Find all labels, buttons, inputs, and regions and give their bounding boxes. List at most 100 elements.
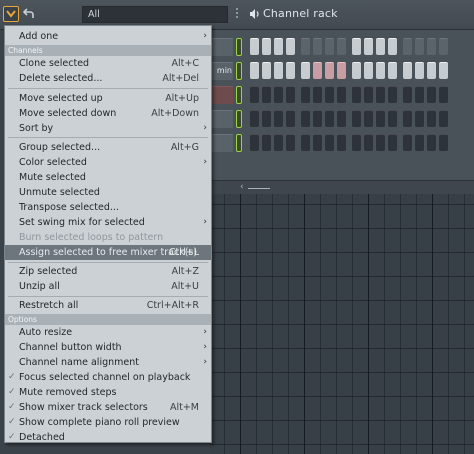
menu-item-channel-button-width[interactable]: Channel button width ›: [5, 340, 211, 355]
step-button[interactable]: [313, 86, 322, 103]
menu-item-move-down[interactable]: Move selected down Alt+Down: [5, 106, 211, 121]
menu-item-group-selected[interactable]: Group selected... Alt+G: [5, 140, 211, 155]
step-button[interactable]: [427, 110, 436, 127]
step-button[interactable]: [388, 110, 397, 127]
step-button[interactable]: [415, 62, 424, 79]
step-button[interactable]: [262, 62, 271, 79]
step-button[interactable]: [262, 110, 271, 127]
step-button[interactable]: [388, 62, 397, 79]
menu-item-detached[interactable]: ✓ Detached: [5, 430, 211, 445]
channel-select-led[interactable]: [236, 38, 242, 56]
channel-name-button[interactable]: [210, 110, 233, 128]
menu-item-unmute-selected[interactable]: Unmute selected: [5, 185, 211, 200]
step-button[interactable]: [262, 134, 271, 151]
menu-item-mute-selected[interactable]: Mute selected: [5, 170, 211, 185]
step-button[interactable]: [352, 62, 361, 79]
step-button[interactable]: [337, 62, 346, 79]
channel-name-button[interactable]: [210, 134, 233, 152]
scroll-thumb[interactable]: [248, 188, 270, 189]
step-button[interactable]: [427, 62, 436, 79]
step-button[interactable]: [388, 38, 397, 55]
menu-item-assign-mixer-track[interactable]: Assign selected to free mixer track(s) C…: [5, 245, 211, 260]
step-button[interactable]: [301, 134, 310, 151]
step-button[interactable]: [439, 110, 448, 127]
scroll-left-icon[interactable]: ‹: [240, 182, 244, 192]
step-button[interactable]: [337, 134, 346, 151]
step-button[interactable]: [274, 86, 283, 103]
step-button[interactable]: [439, 134, 448, 151]
step-button[interactable]: [439, 62, 448, 79]
menu-item-channel-name-alignment[interactable]: Channel name alignment ›: [5, 355, 211, 370]
options-menu-button[interactable]: [3, 6, 19, 22]
step-button[interactable]: [439, 38, 448, 55]
step-button[interactable]: [301, 62, 310, 79]
menu-item-mute-removed-steps[interactable]: ✓ Mute removed steps: [5, 385, 211, 400]
playlist-grid[interactable]: [210, 194, 474, 454]
step-button[interactable]: [250, 110, 259, 127]
menu-item-add-one[interactable]: Add one ›: [5, 29, 211, 44]
step-button[interactable]: [325, 134, 334, 151]
step-button[interactable]: [325, 110, 334, 127]
step-button[interactable]: [364, 110, 373, 127]
channel-name-button[interactable]: [210, 86, 233, 104]
menu-item-delete-selected[interactable]: Delete selected... Alt+Del: [5, 71, 211, 86]
step-button[interactable]: [325, 38, 334, 55]
step-button[interactable]: [286, 86, 295, 103]
step-button[interactable]: [313, 38, 322, 55]
step-button[interactable]: [376, 134, 385, 151]
menu-item-show-mixer-selectors[interactable]: ✓ Show mixer track selectors Alt+M: [5, 400, 211, 415]
menu-item-unzip-all[interactable]: Unzip all Alt+U: [5, 279, 211, 294]
step-button[interactable]: [415, 110, 424, 127]
step-button[interactable]: [301, 86, 310, 103]
step-button[interactable]: [415, 38, 424, 55]
step-button[interactable]: [364, 86, 373, 103]
step-button[interactable]: [286, 110, 295, 127]
step-button[interactable]: [415, 86, 424, 103]
step-button[interactable]: [274, 38, 283, 55]
menu-item-zip-selected[interactable]: Zip selected Alt+Z: [5, 264, 211, 279]
step-button[interactable]: [262, 38, 271, 55]
step-button[interactable]: [325, 86, 334, 103]
menu-item-move-up[interactable]: Move selected up Alt+Up: [5, 91, 211, 106]
step-button[interactable]: [376, 86, 385, 103]
step-button[interactable]: [352, 38, 361, 55]
step-button[interactable]: [250, 62, 259, 79]
step-button[interactable]: [364, 38, 373, 55]
step-button[interactable]: [364, 62, 373, 79]
step-button[interactable]: [427, 86, 436, 103]
step-button[interactable]: [427, 134, 436, 151]
step-button[interactable]: [313, 110, 322, 127]
step-button[interactable]: [403, 38, 412, 55]
menu-item-clone-selected[interactable]: Clone selected Alt+C: [5, 56, 211, 71]
step-button[interactable]: [274, 62, 283, 79]
channel-name-button[interactable]: [210, 38, 233, 56]
step-button[interactable]: [376, 38, 385, 55]
step-button[interactable]: [337, 110, 346, 127]
step-button[interactable]: [403, 134, 412, 151]
step-button[interactable]: [364, 134, 373, 151]
step-button[interactable]: [262, 86, 271, 103]
rack-scrollbar[interactable]: ‹: [210, 180, 474, 194]
menu-item-focus-on-playback[interactable]: ✓ Focus selected channel on playback: [5, 370, 211, 385]
step-button[interactable]: [313, 62, 322, 79]
step-button[interactable]: [439, 86, 448, 103]
step-button[interactable]: [250, 38, 259, 55]
step-button[interactable]: [286, 134, 295, 151]
channel-select-led[interactable]: [236, 86, 242, 104]
menu-item-show-piano-preview[interactable]: ✓ Show complete piano roll preview: [5, 415, 211, 430]
step-button[interactable]: [286, 38, 295, 55]
step-button[interactable]: [325, 62, 334, 79]
step-button[interactable]: [352, 134, 361, 151]
step-button[interactable]: [274, 134, 283, 151]
undo-icon[interactable]: [23, 7, 37, 21]
step-button[interactable]: [286, 62, 295, 79]
step-button[interactable]: [427, 38, 436, 55]
step-button[interactable]: [301, 110, 310, 127]
channel-filter-select[interactable]: All: [82, 6, 228, 23]
channel-select-led[interactable]: [236, 110, 242, 128]
step-button[interactable]: [301, 38, 310, 55]
step-button[interactable]: [250, 134, 259, 151]
menu-item-set-swing-mix[interactable]: Set swing mix for selected ›: [5, 215, 211, 230]
step-button[interactable]: [337, 86, 346, 103]
menu-item-auto-resize[interactable]: Auto resize ›: [5, 325, 211, 340]
